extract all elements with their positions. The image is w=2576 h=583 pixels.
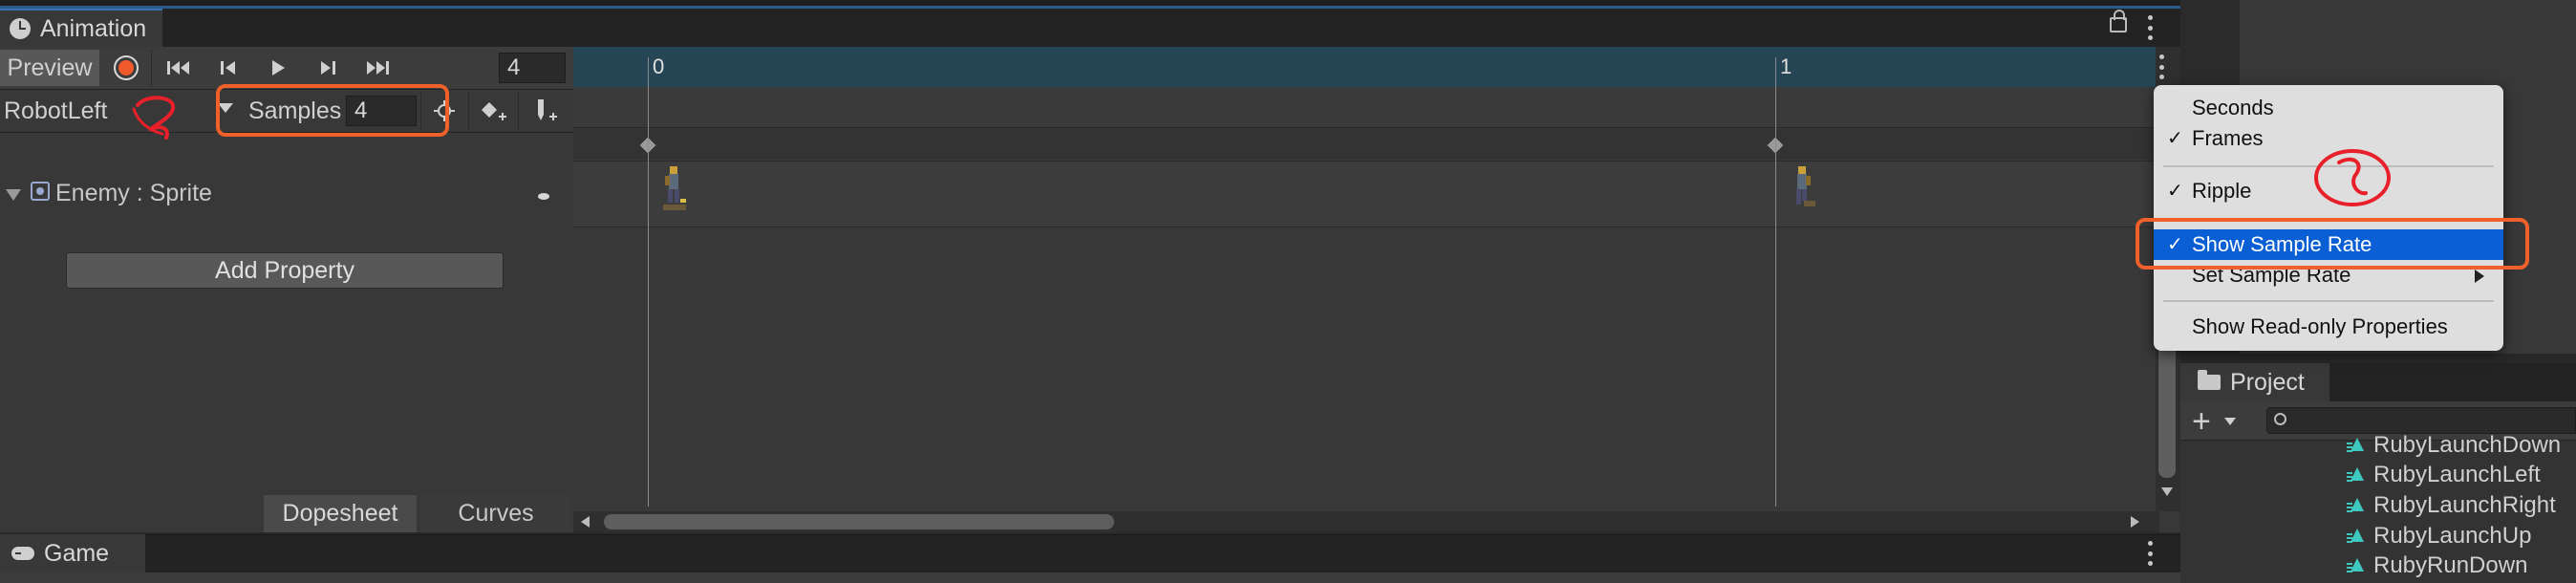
folder-icon	[2198, 370, 2221, 390]
skip-to-end-icon	[367, 61, 389, 75]
asset-name: RubyLaunchDown	[2373, 432, 2562, 458]
ruler-label-1: 1	[1780, 54, 1792, 78]
time-ruler[interactable]	[573, 47, 2159, 88]
submenu-arrow-icon	[2475, 270, 2484, 283]
add-keyframe-icon	[482, 102, 506, 120]
search-icon	[2274, 413, 2286, 425]
tab-animation[interactable]: Animation	[0, 9, 162, 47]
record-button[interactable]	[105, 50, 147, 86]
checkmark-icon: ✓	[2167, 128, 2183, 149]
skip-to-start-icon	[167, 61, 189, 75]
step-back-icon	[221, 61, 235, 75]
animation-clip-icon	[2347, 528, 2364, 545]
menu-item-label: Show Read-only Properties	[2192, 314, 2448, 338]
previous-keyframe-button[interactable]	[204, 50, 252, 86]
play-icon	[272, 60, 285, 76]
menu-item-label: Ripple	[2192, 179, 2252, 203]
annotation-highlight-samples	[216, 84, 449, 137]
tab-game-label: Game	[44, 539, 110, 567]
clip-selector[interactable]: RobotLeft	[4, 92, 107, 130]
asset-item[interactable]: RubyRunDown	[2347, 551, 2527, 581]
asset-item[interactable]: RubyLaunchRight	[2347, 490, 2556, 521]
tab-curves[interactable]: Curves	[420, 495, 571, 532]
play-button[interactable]	[254, 50, 302, 86]
animation-clip-icon	[2347, 497, 2364, 514]
frame-line	[1775, 57, 1776, 507]
tab-project-label: Project	[2230, 368, 2305, 396]
menu-item-show-read-only-properties[interactable]: Show Read-only Properties	[2154, 312, 2503, 342]
add-property-button[interactable]: Add Property	[66, 252, 504, 289]
animation-tab-bar	[0, 9, 2180, 47]
step-forward-icon	[321, 61, 335, 75]
sprite-track-row[interactable]	[573, 161, 2159, 227]
create-asset-icon[interactable]: +	[2192, 405, 2211, 438]
asset-item[interactable]: RubyLaunchDown	[2347, 430, 2561, 461]
animation-clip-icon	[2347, 437, 2364, 454]
game-tab-bar	[0, 534, 2180, 573]
tab-dopesheet[interactable]: Dopesheet	[264, 495, 417, 532]
frame-line	[648, 57, 649, 507]
scroll-right-arrow-icon[interactable]	[2131, 516, 2139, 528]
scroll-left-arrow-icon[interactable]	[581, 516, 590, 528]
tab-game[interactable]: Game	[0, 534, 145, 572]
tab-animation-label: Animation	[40, 14, 147, 42]
game-window-menu-icon[interactable]	[2147, 541, 2153, 566]
add-keyframe-button[interactable]	[475, 92, 513, 130]
sprite-keyframe-thumbnail[interactable]	[657, 164, 690, 218]
annotation-highlight-menu-item	[2136, 218, 2529, 270]
menu-item-label: Seconds	[2192, 96, 2274, 119]
create-dropdown-arrow-icon[interactable]	[2224, 418, 2236, 425]
add-event-button[interactable]	[526, 92, 564, 130]
asset-name: RubyLaunchLeft	[2373, 462, 2541, 487]
annotation-scribble-2	[2314, 149, 2391, 206]
menu-separator	[2163, 300, 2494, 302]
asset-name: RubyLaunchRight	[2373, 492, 2556, 518]
game-toolbar	[0, 572, 2180, 583]
toolbar-divider	[468, 92, 469, 130]
toolbar-divider	[151, 50, 152, 86]
asset-item[interactable]: RubyLaunchUp	[2347, 521, 2531, 551]
horizontal-scroll-thumb[interactable]	[604, 514, 1114, 529]
property-name: Enemy : Sprite	[55, 180, 212, 206]
animation-window-menu-icon[interactable]	[2147, 15, 2153, 40]
asset-name: RubyRunDown	[2373, 552, 2528, 578]
sprite-keyframe-thumbnail[interactable]	[1791, 164, 1823, 218]
menu-item-label: Frames	[2192, 126, 2264, 150]
menu-item-seconds[interactable]: Seconds	[2154, 93, 2503, 123]
lock-icon[interactable]	[2110, 10, 2127, 32]
asset-name: RubyLaunchUp	[2373, 523, 2532, 549]
ruler-label-0: 0	[653, 54, 665, 78]
next-keyframe-button[interactable]	[304, 50, 352, 86]
checkmark-icon: ✓	[2167, 181, 2183, 202]
annotation-scribble-1	[132, 96, 176, 140]
animation-clip-icon	[2347, 466, 2364, 484]
first-keyframe-button[interactable]	[155, 50, 203, 86]
last-keyframe-button[interactable]	[354, 50, 401, 86]
gamepad-icon	[11, 547, 34, 560]
sprite-renderer-icon	[31, 182, 50, 201]
expand-property-arrow-icon[interactable]	[6, 189, 21, 201]
animation-clip-icon	[2347, 557, 2364, 574]
timeline-settings-icon[interactable]	[2158, 54, 2164, 79]
current-frame-field[interactable]: 4	[499, 53, 566, 83]
toolbar-divider	[518, 92, 519, 130]
preview-button[interactable]: Preview	[0, 50, 99, 86]
property-options-icon[interactable]	[538, 193, 549, 200]
asset-item[interactable]: RubyLaunchLeft	[2347, 460, 2541, 490]
tab-project[interactable]: Project	[2180, 363, 2329, 401]
record-icon	[118, 60, 134, 76]
summary-key-row[interactable]	[573, 129, 2159, 160]
add-event-icon	[538, 99, 557, 120]
animation-clock-icon	[10, 18, 31, 39]
events-row[interactable]	[573, 87, 2159, 128]
scroll-down-arrow-icon[interactable]	[2161, 487, 2173, 496]
